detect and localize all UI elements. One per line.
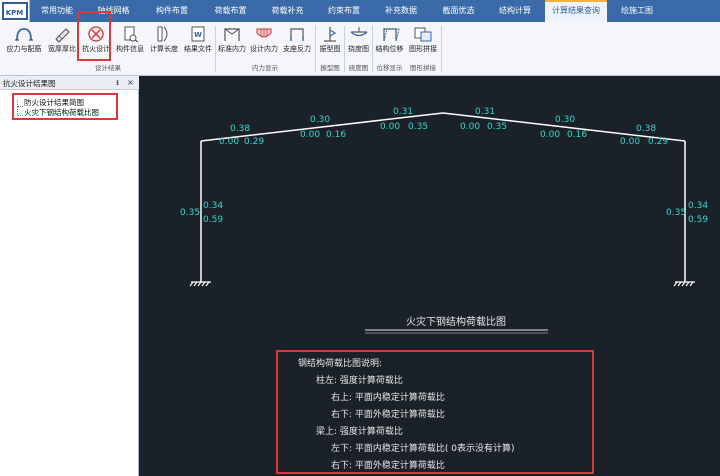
tool-label: 标准内力 [218, 45, 246, 53]
tab-constraint-layout[interactable]: 约束布置 [316, 0, 372, 22]
calc-length-button[interactable]: 计算长度 [147, 22, 181, 62]
tab-construction-drawing[interactable]: 绘施工图 [610, 0, 664, 22]
highlight-fire-design [77, 11, 111, 61]
tab-structural-calc[interactable]: 结构计算 [488, 0, 542, 22]
highlight-legend [276, 350, 594, 474]
beam-label-top: 0.30 [555, 115, 575, 125]
design-force-icon [256, 28, 272, 38]
svg-text:W: W [194, 31, 202, 39]
tab-load-supplement[interactable]: 荷载补充 [261, 0, 314, 22]
app-logo: KPM [0, 0, 30, 22]
group-label-image-join: 图形拼接 [410, 64, 436, 72]
beam-label-right: 0.29 [648, 137, 668, 147]
tool-label: 应力与配筋 [6, 45, 42, 53]
beam-label-left: 0.00 [620, 137, 640, 147]
beam-label-top: 0.31 [393, 107, 413, 117]
mode-shape-icon [324, 27, 337, 42]
group-separator [441, 26, 442, 72]
image-join-button[interactable]: 图形拼接 [406, 22, 440, 62]
right-column-upper-label: 0.34 [688, 201, 708, 211]
beam-label-right: 0.35 [408, 122, 428, 132]
tab-section-optimize[interactable]: 截面优选 [431, 0, 486, 22]
deflection-icon [350, 27, 367, 37]
right-column-lower-label: 0.59 [688, 215, 708, 225]
group-label-force-display: 内力显示 [252, 64, 278, 72]
tab-member-layout[interactable]: 构件布置 [144, 0, 200, 22]
beam-label-left: 0.00 [540, 130, 560, 140]
panel-title: 抗火设计结果图 [3, 79, 56, 88]
tool-label: 构件信息 [116, 45, 144, 53]
beam-label-top: 0.31 [475, 107, 495, 117]
group-label-displacement: 位移显示 [376, 64, 403, 72]
highlight-tree-items [12, 93, 118, 120]
beam-label-right: 0.29 [244, 137, 264, 147]
beam-label-top: 0.38 [636, 124, 656, 134]
group-label-mode-shape: 振型图 [320, 64, 340, 72]
panel-header: 抗火设计结果图 ᵻ × [0, 76, 139, 90]
tool-label: 计算长度 [150, 45, 178, 53]
tool-label: 宽厚厚比 [48, 45, 76, 53]
mode-shape-button[interactable]: 振型图 [316, 22, 344, 62]
beam-label-left: 0.00 [300, 130, 320, 140]
structure-displacement-button[interactable]: 结构位移 [373, 22, 406, 62]
displacement-icon [382, 28, 400, 42]
pencil-icon [55, 28, 70, 43]
width-thickness-button[interactable]: 宽厚厚比 [46, 22, 78, 62]
left-column-outer-label: 0.35 [180, 208, 200, 218]
deflection-button[interactable]: 挠度图 [345, 22, 372, 62]
tool-label: 图形拼接 [409, 45, 437, 53]
tab-common[interactable]: 常用功能 [31, 0, 83, 22]
tool-label: 振型图 [319, 45, 341, 53]
logo-text: KPM [1, 2, 28, 20]
result-tree-panel: 抗火设计结果图 ᵻ × 防火设计结果简图 火灾下钢结构荷载比图 [0, 76, 139, 476]
member-info-icon [124, 26, 139, 43]
beam-label-right: 0.16 [326, 130, 346, 140]
tool-label: 支座反力 [283, 45, 311, 53]
beam-label-right: 0.16 [567, 130, 587, 140]
left-column-lower-label: 0.59 [203, 215, 223, 225]
tool-label: 设计内力 [250, 45, 278, 53]
reaction-icon [290, 28, 304, 41]
length-icon [157, 26, 168, 42]
group-label-design-results: 设计结果 [95, 64, 121, 72]
right-support [673, 281, 695, 287]
tab-load-layout[interactable]: 荷载布置 [203, 0, 258, 22]
group-label-deflection: 挠度图 [348, 64, 369, 72]
tab-supplement-data[interactable]: 补充数据 [374, 0, 428, 22]
tool-label: 挠度图 [348, 45, 369, 53]
result-file-button[interactable]: W 结果文件 [181, 22, 215, 62]
beam-label-left: 0.00 [460, 122, 480, 132]
pin-icon[interactable]: ᵻ [116, 78, 119, 87]
tab-calc-results[interactable]: 计算结果查询 [545, 0, 607, 22]
tool-label: 结构位移 [375, 45, 404, 53]
beam-label-left: 0.00 [219, 137, 239, 147]
member-info-button[interactable]: 构件信息 [113, 22, 147, 62]
design-force-button[interactable]: 设计内力 [248, 22, 280, 62]
close-icon[interactable]: × [127, 78, 134, 87]
beam-label-right: 0.35 [487, 122, 507, 132]
beam-label-left: 0.00 [380, 122, 400, 132]
left-column-upper-label: 0.34 [203, 201, 223, 211]
rafter [200, 112, 686, 142]
word-file-icon: W [191, 26, 205, 42]
support-reaction-button[interactable]: 支座反力 [280, 22, 314, 62]
stress-reinforcement-button[interactable]: 应力与配筋 [2, 22, 46, 62]
right-column-outer-label: 0.35 [666, 208, 686, 218]
drawing-title: 火灾下钢结构荷载比图 [406, 315, 506, 328]
beam-label-top: 0.30 [310, 115, 330, 125]
tool-label: 结果文件 [184, 45, 212, 53]
image-join-icon [414, 27, 432, 42]
arc-icon [15, 28, 33, 41]
left-support [189, 281, 211, 287]
beam-label-top: 0.38 [230, 124, 250, 134]
standard-force-button[interactable]: 标准内力 [216, 22, 248, 62]
frame-force-icon [224, 28, 240, 41]
